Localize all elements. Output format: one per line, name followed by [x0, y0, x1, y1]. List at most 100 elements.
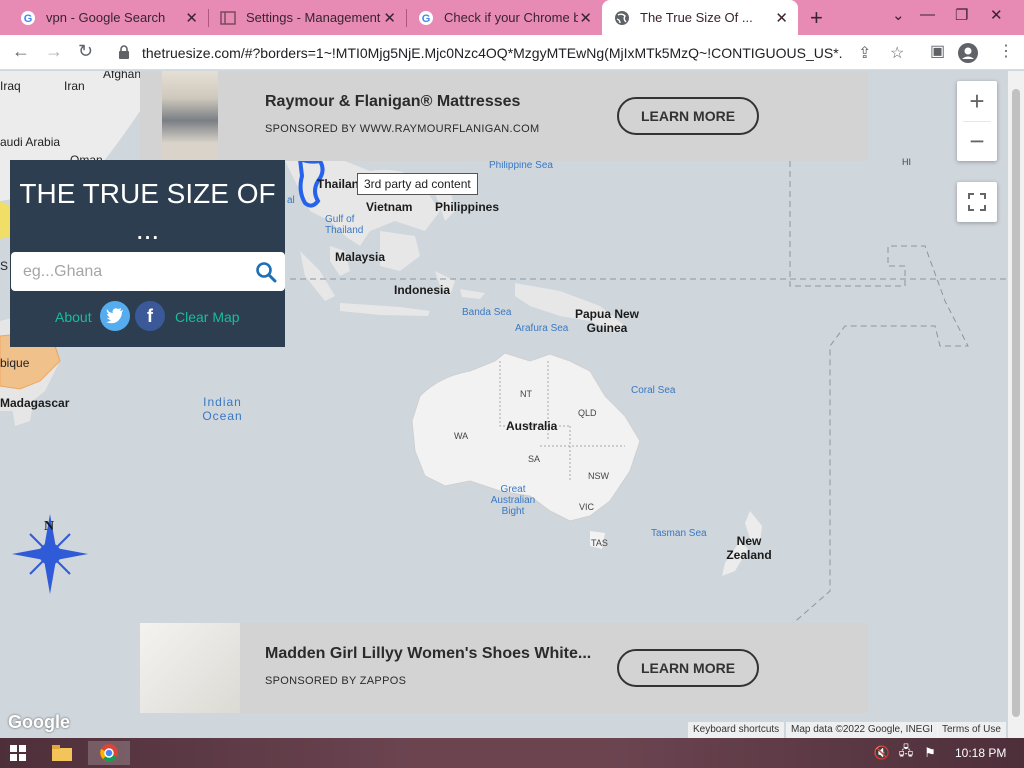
- profile-avatar-icon[interactable]: [958, 43, 978, 63]
- zoom-controls: + −: [957, 81, 997, 161]
- address-bar[interactable]: thetruesize.com/#?borders=1~!MTI0Mjg5NjE…: [110, 39, 922, 67]
- google-logo: Google: [8, 712, 70, 732]
- restore-icon[interactable]: ❐: [955, 6, 968, 24]
- taskbar-clock[interactable]: 10:18 PM: [955, 746, 1006, 760]
- tab-title: Settings - Management: [246, 10, 381, 25]
- close-tab-icon[interactable]: ✕: [383, 9, 396, 27]
- ad-sponsor: SPONSORED BY ZAPPOS: [265, 675, 407, 687]
- ad-banner-mattresses[interactable]: Raymour & Flanigan® Mattresses SPONSORED…: [140, 71, 868, 161]
- fullscreen-icon: [968, 193, 986, 211]
- close-window-icon[interactable]: ✕: [990, 6, 1003, 24]
- google-icon: G: [21, 10, 35, 25]
- ad-title[interactable]: Madden Girl Lillyy Women's Shoes White..…: [265, 645, 591, 663]
- globe-icon: [615, 10, 629, 25]
- ad-banner-shoes[interactable]: Madden Girl Lillyy Women's Shoes White..…: [140, 623, 868, 713]
- map-label: Great Australian Bight: [490, 484, 536, 517]
- country-search: [11, 252, 285, 291]
- search-input[interactable]: [23, 261, 243, 283]
- close-tab-icon[interactable]: ✕: [579, 9, 592, 27]
- url-text: thetruesize.com/#?borders=1~!MTI0Mjg5NjE…: [142, 45, 842, 61]
- tab-true-size[interactable]: The True Size Of ... ✕: [602, 0, 798, 35]
- close-tab-icon[interactable]: ✕: [775, 9, 788, 27]
- map-label: Papua New Guinea: [574, 307, 640, 335]
- tab-chrome-check[interactable]: G Check if your Chrome br ✕: [406, 0, 602, 35]
- ad-thumbnail-image: [162, 71, 218, 161]
- share-icon[interactable]: ⇪: [858, 43, 871, 63]
- map-label: S: [0, 259, 9, 273]
- chevron-down-icon[interactable]: ⌄: [892, 6, 905, 24]
- map-label: TAS: [591, 538, 608, 548]
- ad-title[interactable]: Raymour & Flanigan® Mattresses: [265, 93, 520, 111]
- close-tab-icon[interactable]: ✕: [185, 9, 198, 27]
- map-label: al: [287, 195, 295, 206]
- map-label: NT: [520, 389, 532, 399]
- lock-icon: [119, 45, 129, 59]
- learn-more-button[interactable]: LEARN MORE: [617, 97, 759, 135]
- chrome-taskbar-icon[interactable]: [88, 741, 130, 765]
- action-center-icon[interactable]: ⚑: [921, 741, 939, 765]
- map-label: HI: [902, 157, 911, 167]
- browser-toolbar: ← → ↻ thetruesize.com/#?borders=1~!MTI0M…: [0, 35, 1024, 70]
- ad-sponsor: SPONSORED BY WWW.RAYMOURFLANIGAN.COM: [265, 123, 540, 135]
- zoom-in-button[interactable]: +: [957, 81, 997, 121]
- tab-title: vpn - Google Search: [46, 10, 166, 25]
- about-link[interactable]: About: [55, 309, 92, 325]
- map-label: Gulf of Thailand: [325, 214, 364, 236]
- map-label: Vietnam: [366, 200, 413, 214]
- zoom-out-button[interactable]: −: [957, 121, 997, 161]
- minimize-icon[interactable]: —: [920, 6, 935, 23]
- map-label: Banda Sea: [462, 307, 512, 318]
- clear-map-link[interactable]: Clear Map: [175, 309, 240, 325]
- file-explorer-icon[interactable]: [50, 741, 74, 765]
- map-label: Coral Sea: [631, 385, 676, 396]
- map-label: audi Arabia: [0, 135, 61, 149]
- tab-title: Check if your Chrome br: [444, 10, 578, 25]
- windows-start-icon[interactable]: [8, 741, 28, 765]
- page-scrollbar[interactable]: [1008, 71, 1024, 738]
- tab-strip: G vpn - Google Search ✕ Settings - Manag…: [0, 0, 1024, 35]
- fullscreen-button[interactable]: [957, 182, 997, 222]
- panel-title: THE TRUE SIZE OF ...: [19, 178, 276, 245]
- twitter-icon[interactable]: [100, 301, 130, 331]
- ad-tooltip: 3rd party ad content: [357, 173, 478, 195]
- google-icon: G: [419, 10, 433, 25]
- keyboard-shortcuts-link[interactable]: Keyboard shortcuts: [688, 722, 785, 738]
- map-label: Philippines: [435, 200, 500, 214]
- back-icon[interactable]: ←: [12, 41, 30, 62]
- new-tab-icon[interactable]: +: [810, 5, 823, 31]
- map-data-attribution: Map data ©2022 Google, INEGI: [786, 722, 938, 738]
- map-label: Malaysia: [335, 250, 386, 264]
- map-label: NSW: [588, 471, 609, 481]
- bookmark-star-icon[interactable]: ☆: [890, 43, 904, 63]
- map-label: Indonesia: [394, 283, 451, 297]
- svg-text:G: G: [24, 13, 33, 25]
- map-label: New Zealand: [726, 534, 772, 562]
- map-label: Madagascar: [0, 396, 70, 410]
- compass-north-label: N: [44, 519, 55, 534]
- map-label: Iran: [64, 79, 85, 93]
- map-label: VIC: [579, 502, 595, 512]
- side-panel-icon[interactable]: ▣: [930, 41, 945, 61]
- windows-taskbar: 🔇 🖧 ⚑ 10:18 PM: [0, 738, 1024, 768]
- menu-dots-icon[interactable]: ⋮: [998, 41, 1014, 61]
- forward-icon[interactable]: →: [45, 41, 63, 62]
- map-label: Tasman Sea: [651, 528, 707, 539]
- reload-icon[interactable]: ↻: [78, 41, 93, 62]
- facebook-icon[interactable]: f: [135, 301, 165, 331]
- learn-more-button[interactable]: LEARN MORE: [617, 649, 759, 687]
- tab-title: The True Size Of ...: [640, 10, 753, 25]
- volume-muted-icon[interactable]: 🔇: [873, 741, 891, 765]
- true-size-panel: THE TRUE SIZE OF ... About f Clear Map: [10, 160, 285, 347]
- tab-settings-management[interactable]: Settings - Management ✕: [208, 0, 406, 35]
- terms-of-use-link[interactable]: Terms of Use: [937, 722, 1006, 738]
- search-icon[interactable]: [255, 261, 277, 283]
- tab-vpn-search[interactable]: G vpn - Google Search ✕: [8, 0, 208, 35]
- map-label: Philippine Sea: [489, 160, 553, 171]
- map-label: Afghan: [103, 71, 142, 81]
- map-label: Iraq: [0, 79, 21, 93]
- network-icon[interactable]: 🖧: [897, 741, 915, 765]
- map-label: Australia: [506, 419, 558, 433]
- map-label: Arafura Sea: [515, 323, 569, 334]
- map-label: Thailan: [317, 177, 360, 191]
- scrollbar-thumb[interactable]: [1012, 89, 1020, 717]
